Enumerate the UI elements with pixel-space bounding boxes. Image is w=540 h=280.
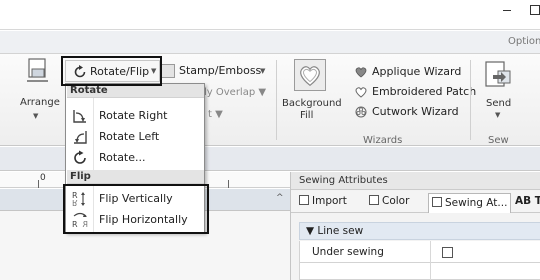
embroidered-patch-label: Embroidered Patch bbox=[372, 85, 477, 98]
sewing-attributes-icon bbox=[432, 197, 442, 207]
heart-outline-icon bbox=[355, 87, 367, 98]
arrange-button[interactable]: Arrange ▼ bbox=[20, 57, 62, 127]
under-sewing-checkbox[interactable] bbox=[442, 247, 453, 258]
overlap-label: ly Overlap bbox=[204, 87, 256, 98]
ruler-tick bbox=[38, 180, 39, 188]
rotate-left-icon bbox=[74, 131, 87, 144]
property-row bbox=[299, 263, 540, 280]
rotate-flip-button[interactable]: Rotate/Flip ▼ bbox=[65, 60, 160, 82]
rotate-free-icon bbox=[74, 150, 86, 164]
menu-item-rotate-right[interactable]: Rotate Right bbox=[67, 105, 204, 126]
ruler-tick bbox=[228, 180, 229, 188]
tab-sewing-attributes[interactable]: Sewing At... bbox=[428, 193, 512, 213]
panel-title: Sewing Attributes bbox=[299, 175, 388, 186]
svg-text:R: R bbox=[82, 220, 88, 229]
ribbon-tab-row: Option bbox=[0, 31, 540, 53]
rotate-icon bbox=[74, 65, 86, 78]
line-sew-label: ▼ Line sew bbox=[306, 225, 364, 237]
rotate-flip-menu: Rotate Rotate Right Rotate Left Rotate..… bbox=[65, 83, 205, 233]
title-bar bbox=[0, 0, 540, 30]
chevron-down-icon: ▼ bbox=[33, 112, 39, 120]
chevron-down-icon: ▼ bbox=[495, 111, 501, 119]
menu-item-label: Rotate... bbox=[99, 151, 146, 164]
menu-item-flip-horizontally[interactable]: R R Flip Horizontally bbox=[67, 209, 204, 230]
tab-option[interactable]: Option bbox=[508, 36, 540, 47]
flip-horizontal-icon: R R bbox=[72, 212, 88, 229]
background-fill-label-line1: Background bbox=[282, 98, 342, 109]
background-fill-button[interactable]: Background Fill bbox=[280, 59, 342, 139]
send-button[interactable]: Send ▼ bbox=[478, 59, 518, 139]
menu-item-rotate-free[interactable]: Rotate... bbox=[67, 147, 204, 168]
tab-color[interactable]: Color bbox=[369, 195, 409, 209]
background-fill-label-line2: Fill bbox=[300, 110, 314, 121]
line-sew-group-header[interactable]: ▼ Line sew bbox=[299, 222, 540, 240]
tab-text[interactable]: AB Te bbox=[515, 195, 540, 209]
wizards-group-caption: Wizards bbox=[363, 135, 403, 146]
ribbon-separator bbox=[470, 60, 471, 140]
stamp-icon bbox=[161, 64, 175, 78]
hidden-button-partial[interactable]: t ▼ bbox=[208, 109, 223, 120]
cutwork-wizard-label: Cutwork Wizard bbox=[372, 105, 459, 118]
rotate-flip-label: Rotate/Flip bbox=[90, 65, 150, 78]
arrange-label: Arrange bbox=[20, 97, 60, 108]
menu-item-label: Rotate Right bbox=[99, 109, 168, 122]
cutwork-icon bbox=[355, 106, 367, 118]
sewing-attributes-panel: Sewing Attributes Import Color Sewing At… bbox=[290, 172, 540, 280]
menu-item-flip-vertically[interactable]: R R Flip Vertically bbox=[67, 188, 204, 209]
tab-color-label: Color bbox=[382, 195, 410, 207]
send-icon bbox=[485, 61, 511, 87]
panel-title-bar: Sewing Attributes bbox=[291, 172, 540, 190]
arrange-icon bbox=[27, 58, 48, 82]
menu-item-label: Flip Horizontally bbox=[99, 213, 188, 226]
minimize-icon[interactable] bbox=[503, 10, 511, 11]
svg-text:R: R bbox=[72, 220, 78, 229]
flip-vertical-icon: R R bbox=[72, 191, 85, 207]
maximize-icon[interactable] bbox=[530, 5, 540, 15]
under-sewing-label: Under sewing bbox=[312, 246, 384, 258]
sew-group-caption: Sew bbox=[488, 135, 509, 146]
menu-item-label: Flip Vertically bbox=[99, 192, 173, 205]
menu-section-label: Flip bbox=[70, 171, 91, 182]
menu-section-flip: Flip bbox=[67, 170, 204, 184]
color-icon bbox=[369, 195, 379, 205]
tab-text-label: AB Te bbox=[515, 195, 540, 207]
menu-item-label: Rotate Left bbox=[99, 130, 160, 143]
ribbon-separator bbox=[276, 60, 277, 140]
stamp-emboss-label: Stamp/Emboss bbox=[179, 64, 262, 77]
overlap-button-partial[interactable]: ly Overlap ▼ bbox=[204, 87, 266, 98]
menu-section-label: Rotate bbox=[70, 85, 108, 96]
import-icon bbox=[299, 195, 309, 205]
svg-text:R: R bbox=[72, 198, 78, 207]
dropdown-arrow-icon: ▼ bbox=[260, 67, 266, 75]
ruler-zero: 0 bbox=[40, 173, 46, 183]
column-divider bbox=[430, 241, 431, 263]
heart-icon bbox=[355, 67, 367, 78]
panel-tabs: Import Color Sewing At... AB Te bbox=[291, 191, 540, 213]
property-row: Under sewing bbox=[299, 241, 540, 263]
menu-item-rotate-left[interactable]: Rotate Left bbox=[67, 126, 204, 147]
scroll-up-icon[interactable]: ^ bbox=[276, 193, 284, 203]
dropdown-arrow-icon: ▼ bbox=[151, 67, 157, 75]
tab-import[interactable]: Import bbox=[299, 195, 347, 209]
menu-section-rotate: Rotate bbox=[67, 84, 204, 98]
send-label: Send bbox=[486, 98, 512, 109]
rotate-right-icon bbox=[73, 110, 86, 123]
tab-sewing-attributes-label: Sewing At... bbox=[445, 197, 508, 209]
applique-wizard-label: Applique Wizard bbox=[372, 65, 462, 78]
background-fill-icon bbox=[294, 59, 326, 91]
tab-import-label: Import bbox=[312, 195, 347, 207]
column-divider bbox=[430, 263, 431, 280]
hidden-label: t bbox=[208, 109, 212, 120]
